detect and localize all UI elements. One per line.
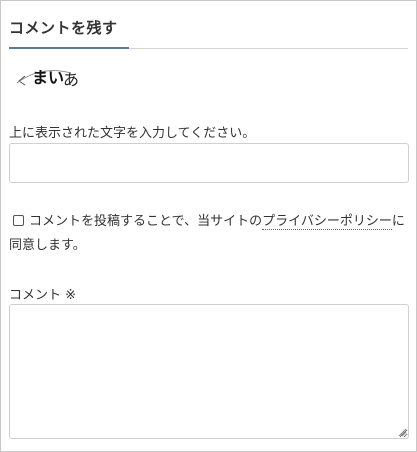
consent-text-before: コメントを投稿することで、当サイトの xyxy=(29,214,263,229)
section-title: コメントを残す xyxy=(9,19,118,37)
title-accent-bar xyxy=(9,47,129,49)
comment-textarea[interactable] xyxy=(9,304,409,439)
captcha-glyph-light: あ xyxy=(63,70,79,89)
captcha-glyph-bold: まい xyxy=(32,68,64,87)
privacy-consent: コメントを投稿することで、当サイトのプライバシーポリシーに同意します。 xyxy=(9,210,411,258)
captcha-input[interactable] xyxy=(9,143,409,183)
comment-label: コメント ※ xyxy=(9,288,77,303)
captcha-noise-graphic: まい あ xyxy=(16,68,79,89)
privacy-policy-link[interactable]: プライバシーポリシー xyxy=(262,214,392,230)
captcha-image: まい あ xyxy=(11,59,91,93)
captcha-instruction: 上に表示された文字を入力してください。 xyxy=(9,126,256,141)
privacy-consent-checkbox[interactable] xyxy=(13,215,24,226)
comment-form-panel: コメントを残す まい あ 上に表示された文字を入力してください。 コメントを投稿… xyxy=(0,0,417,452)
